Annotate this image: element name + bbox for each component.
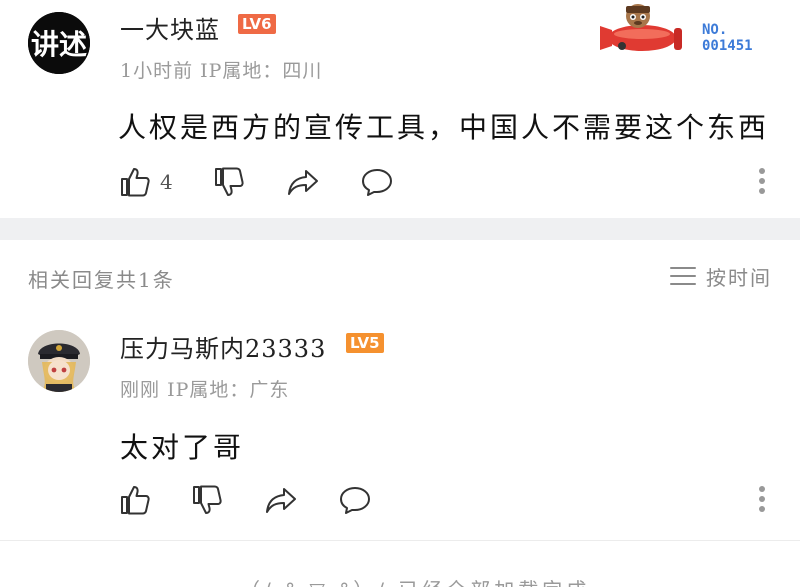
- plane-badge-icon: [600, 4, 682, 51]
- avatar-image: 讲述: [28, 12, 90, 74]
- main-comment-content: 人权是西方的宣传工具，中国人不需要这个东西: [118, 111, 770, 144]
- dislike-button[interactable]: [190, 482, 224, 518]
- sort-button[interactable]: 按时间: [670, 262, 772, 291]
- reply-button[interactable]: [360, 164, 394, 200]
- more-icon[interactable]: [758, 168, 766, 198]
- badge-number: NO. 001451: [702, 22, 753, 54]
- share-icon: [266, 488, 296, 513]
- replies-header: 相关回复共1条 按时间: [0, 240, 800, 312]
- bottom-divider: [0, 540, 800, 541]
- share-icon: [288, 170, 318, 195]
- end-of-list-note: （/ ° ▽ °）/ 已经全部加载完成: [240, 574, 590, 587]
- like-button[interactable]: 4: [118, 164, 173, 200]
- main-username[interactable]: 一大块蓝: [120, 10, 220, 45]
- share-button[interactable]: [264, 482, 298, 518]
- main-comment-meta: 1小时前 IP属地：四川: [120, 56, 322, 83]
- reply-button[interactable]: [338, 482, 372, 518]
- like-count: 4: [160, 170, 173, 194]
- comment-ip: IP属地：广东: [167, 379, 290, 401]
- sort-label: 按时间: [706, 266, 772, 290]
- reply-user-avatar[interactable]: [28, 330, 90, 392]
- sort-icon: [670, 266, 696, 287]
- like-icon: [121, 168, 150, 197]
- avatar-image: [28, 330, 90, 392]
- share-button[interactable]: [286, 164, 320, 200]
- avatar-text: 讲述: [31, 28, 87, 61]
- comment-icon: [362, 169, 392, 196]
- comment-time: 1小时前: [120, 60, 194, 82]
- comment-ip: IP属地：四川: [200, 60, 323, 82]
- dislike-icon: [193, 485, 222, 514]
- main-user-avatar[interactable]: 讲述: [28, 12, 90, 74]
- level-badge: LV5: [346, 333, 384, 353]
- reply-comment-meta: 刚刚 IP属地：广东: [120, 375, 289, 402]
- comment-time: 刚刚: [120, 379, 161, 401]
- section-divider: [0, 218, 800, 240]
- more-icon[interactable]: [758, 486, 766, 516]
- reply-username[interactable]: 压力马斯内23333: [120, 329, 326, 364]
- dislike-icon: [215, 167, 244, 196]
- like-icon: [121, 486, 150, 515]
- dislike-button[interactable]: [212, 164, 246, 200]
- reply-count: 相关回复共1条: [28, 268, 175, 292]
- like-button[interactable]: [118, 482, 152, 518]
- comment-icon: [340, 487, 370, 514]
- level-badge: LV6: [238, 14, 276, 34]
- reply-comment-content: 太对了哥: [120, 431, 245, 464]
